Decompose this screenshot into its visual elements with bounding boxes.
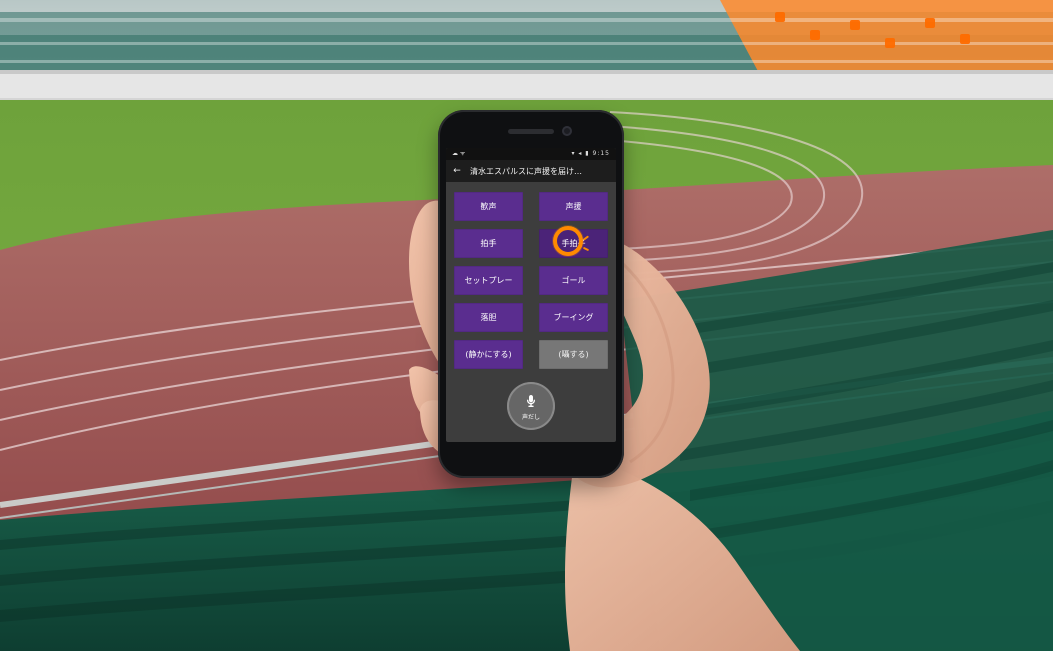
status-bar: ☁ ᯤ ▾ ◂ ▮ 9:15	[446, 148, 616, 160]
button-label: (静かにする)	[465, 350, 512, 359]
mic-button[interactable]: 声だし	[507, 382, 555, 430]
reaction-button-grid: 歓声 声援 拍手 手拍子 セットプレー ゴール 落胆 ブーイング (静かにする)…	[446, 182, 616, 369]
title-bar: ← 清水エスパルスに声援を届け…	[446, 160, 616, 182]
status-right: ▾ ◂ ▮ 9:15	[571, 150, 610, 157]
phone-top	[438, 120, 624, 144]
button-label: 拍手	[480, 239, 497, 248]
speaker-grille	[508, 129, 554, 134]
reaction-button-set-play[interactable]: セットプレー	[454, 266, 523, 295]
button-label: ゴール	[561, 276, 586, 285]
reaction-button-booing[interactable]: ブーイング	[539, 303, 608, 332]
reaction-button-disappointment[interactable]: 落胆	[454, 303, 523, 332]
mic-area: 声だし	[446, 380, 616, 432]
button-label: セットプレー	[464, 276, 513, 285]
button-label: (囁する)	[558, 350, 589, 359]
camera-icon	[562, 126, 572, 136]
status-left: ☁ ᯤ	[452, 150, 466, 157]
reaction-button-goal[interactable]: ゴール	[539, 266, 608, 295]
microphone-icon	[527, 394, 535, 407]
app-screen: ☁ ᯤ ▾ ◂ ▮ 9:15 ← 清水エスパルスに声援を届け… 歓声 声援 拍手…	[446, 148, 616, 442]
reaction-button-applause[interactable]: 拍手	[454, 229, 523, 258]
stadium-scene: ☁ ᯤ ▾ ◂ ▮ 9:15 ← 清水エスパルスに声援を届け… 歓声 声援 拍手…	[0, 0, 1053, 651]
reaction-button-quiet[interactable]: (静かにする)	[454, 340, 523, 369]
button-label: 落胆	[480, 313, 497, 322]
back-arrow-icon[interactable]: ←	[452, 166, 462, 176]
button-label: ブーイング	[553, 313, 594, 322]
smartphone: ☁ ᯤ ▾ ◂ ▮ 9:15 ← 清水エスパルスに声援を届け… 歓声 声援 拍手…	[438, 110, 624, 478]
button-label: 歓声	[480, 202, 497, 211]
tap-highlight-icon	[553, 226, 583, 256]
screen-title: 清水エスパルスに声援を届け…	[470, 166, 582, 176]
reaction-button-cheer[interactable]: 歓声	[454, 192, 523, 221]
reaction-button-disabled[interactable]: (囁する)	[539, 340, 608, 369]
mic-label: 声だし	[521, 413, 540, 421]
button-label: 声援	[565, 202, 582, 211]
reaction-button-support[interactable]: 声援	[539, 192, 608, 221]
